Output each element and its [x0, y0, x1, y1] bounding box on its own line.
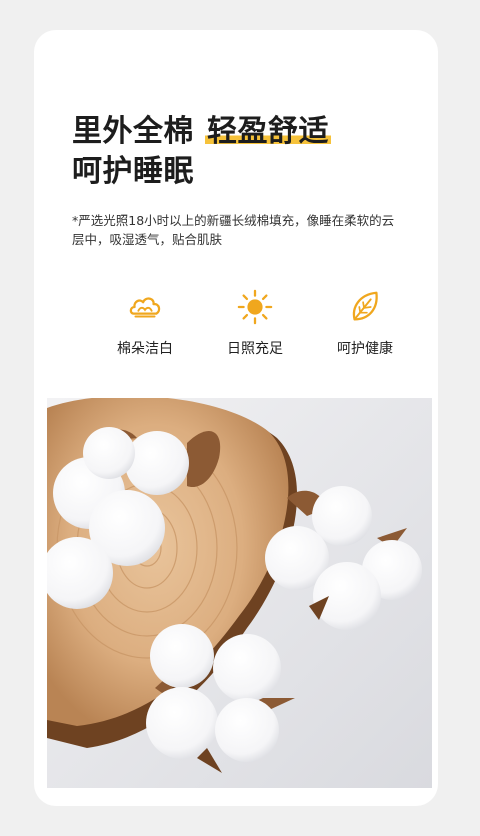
- leaf-icon: [352, 291, 378, 321]
- headline-text: 里外全棉: [72, 114, 205, 149]
- cotton-photo: [47, 398, 432, 788]
- feature-item-leaf: 呵护健康: [310, 288, 420, 358]
- feature-list: 棉朵洁白 日照充足 呵护健康: [34, 288, 438, 368]
- headline-highlight: 轻盈舒适: [204, 114, 331, 149]
- feature-item-sun: 日照充足: [200, 288, 310, 358]
- feature-item-cotton: 棉朵洁白: [90, 288, 200, 358]
- sun-icon: [237, 289, 273, 325]
- product-card: 里外全棉 轻盈舒适 呵护睡眠 *严选光照18小时以上的新疆长绒棉填充，像睡在柔软…: [34, 30, 438, 806]
- headline-line-1: 里外全棉 轻盈舒适: [72, 112, 331, 152]
- headline: 里外全棉 轻盈舒适 呵护睡眠: [72, 112, 331, 192]
- feature-label: 棉朵洁白: [117, 341, 173, 357]
- headline-line-2: 呵护睡眠: [72, 154, 194, 189]
- feature-label: 呵护健康: [337, 341, 393, 357]
- feature-label: 日照充足: [227, 341, 283, 357]
- cotton-cloud-icon: [129, 297, 161, 318]
- product-description: *严选光照18小时以上的新疆长绒棉填充，像睡在柔软的云层中，吸湿透气，贴合肌肤: [72, 213, 395, 247]
